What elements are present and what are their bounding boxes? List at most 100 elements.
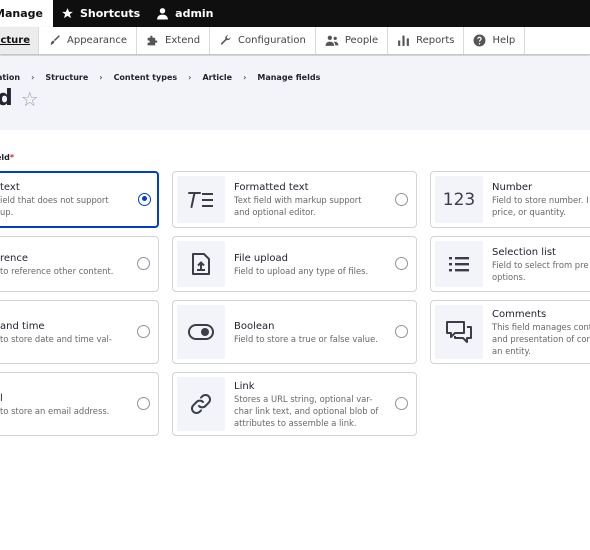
card-radio[interactable]	[395, 397, 408, 410]
tray-item-label: People	[344, 35, 379, 46]
tray-item-label: Configuration	[238, 35, 306, 46]
card-icon-box	[177, 241, 225, 287]
formatted-text-icon	[188, 191, 213, 208]
toolbar-user-label: admin	[175, 7, 214, 20]
field-type-card-comments[interactable]: Comments This field manages cont and pre…	[430, 300, 590, 364]
question-icon	[474, 34, 486, 47]
card-title: Comments	[492, 308, 547, 320]
card-icon-box	[177, 176, 225, 223]
bar-chart-icon	[398, 35, 410, 46]
comments-icon	[446, 321, 472, 343]
tray-item-appearance[interactable]: Appearance	[39, 27, 138, 54]
card-title: Boolean	[234, 320, 275, 332]
link-icon	[190, 393, 212, 415]
breadcrumb-link-administration[interactable]: ration	[0, 73, 20, 82]
tray-item-structure[interactable]: Structure	[0, 27, 39, 54]
card-desc-line: Text field with markup support	[234, 195, 362, 205]
field-type-label: eld*	[0, 153, 14, 162]
field-type-card-number[interactable]: 123 Number Field to store number. I pric…	[430, 171, 590, 228]
star-filled-icon	[62, 8, 73, 19]
breadcrumb-separator-icon: ›	[243, 73, 247, 82]
field-type-card-plain-text[interactable]: text ield that does not support up.	[0, 171, 159, 228]
card-desc-line: Field to store number. I	[492, 195, 589, 205]
tray-item-label: Appearance	[67, 35, 128, 46]
card-desc-line: Field to select from pre	[492, 259, 589, 270]
page-title: d ☆	[0, 86, 39, 111]
toolbar-shortcuts-tab[interactable]: Shortcuts	[53, 0, 148, 27]
card-desc-line: ield that does not support	[0, 195, 109, 205]
breadcrumb: ration › Structure › Content types › Art…	[0, 73, 320, 82]
list-icon	[449, 257, 469, 272]
card-radio[interactable]	[137, 325, 150, 338]
card-desc-line: attributes to assemble a link.	[234, 417, 357, 428]
tray-item-label: Extend	[165, 35, 201, 46]
toolbar-shortcuts-label: Shortcuts	[80, 7, 141, 20]
number-icon: 123	[442, 189, 476, 210]
tray-item-label: Structure	[0, 35, 30, 46]
card-text: Formatted text Text field with markup su…	[234, 172, 362, 227]
card-desc-line: Field to store a true or false value.	[234, 333, 378, 344]
tray-item-extend[interactable]: Extend	[137, 27, 211, 54]
tray-item-people[interactable]: People	[316, 27, 389, 54]
breadcrumb-link-structure[interactable]: Structure	[45, 73, 88, 82]
tray-item-help[interactable]: Help	[464, 27, 526, 54]
field-type-card-selection-list[interactable]: Selection list Field to select from pre …	[430, 236, 590, 292]
file-upload-icon	[192, 253, 210, 275]
breadcrumb-separator-icon: ›	[99, 73, 103, 82]
breadcrumb-separator-icon: ›	[188, 73, 192, 82]
tray-item-configuration[interactable]: Configuration	[210, 27, 316, 54]
card-title: and time	[0, 320, 45, 332]
card-icon-box: 123	[435, 176, 483, 223]
card-radio[interactable]	[137, 397, 150, 410]
card-icon-box	[435, 305, 483, 359]
card-text: Comments This field manages cont and pre…	[492, 301, 590, 363]
tray-item-label: Reports	[416, 35, 455, 46]
card-icon-box	[435, 241, 483, 287]
card-text: rence to reference other content.	[0, 237, 113, 291]
tray-item-reports[interactable]: Reports	[388, 27, 465, 54]
card-title: Formatted text	[234, 182, 309, 193]
tray-item-label: Help	[492, 35, 516, 46]
card-title: l	[0, 392, 3, 404]
card-text: Link Stores a URL string, optional var- …	[234, 373, 378, 435]
required-marker: *	[9, 153, 15, 162]
card-title: rence	[0, 252, 29, 264]
card-desc-line: Stores a URL string, optional var-	[234, 393, 373, 404]
card-radio[interactable]	[137, 257, 150, 270]
card-radio[interactable]	[138, 192, 151, 206]
card-desc-line: This field manages cont	[492, 321, 590, 332]
user-icon	[157, 8, 169, 20]
toggle-icon	[188, 324, 214, 340]
people-icon	[325, 35, 339, 46]
field-type-card-link[interactable]: Link Stores a URL string, optional var- …	[172, 372, 417, 436]
toolbar-manage-label: Manage	[0, 7, 43, 20]
card-text: Number Field to store number. I price, o…	[492, 172, 589, 227]
card-desc-line: to store an email address.	[0, 405, 110, 416]
field-type-card-email[interactable]: l to store an email address.	[0, 372, 159, 436]
star-outline-icon[interactable]: ☆	[21, 87, 39, 111]
wrench-icon	[220, 35, 231, 45]
field-type-card-date-time[interactable]: and time to store date and time val-	[0, 300, 159, 364]
breadcrumb-link-article[interactable]: Article	[202, 73, 232, 82]
card-radio[interactable]	[395, 192, 408, 206]
card-text: text ield that does not support up.	[0, 173, 109, 226]
admin-toolbar: Manage Shortcuts admin	[0, 0, 590, 27]
toolbar-user-tab[interactable]: admin	[148, 0, 221, 27]
card-title: Link	[234, 380, 255, 392]
card-desc-line: char link text, and optional blob of	[234, 405, 379, 416]
field-type-card-reference[interactable]: rence to reference other content.	[0, 236, 159, 292]
card-desc-line: up.	[0, 207, 14, 217]
paintbrush-icon	[50, 35, 60, 45]
field-type-card-boolean[interactable]: Boolean Field to store a true or false v…	[172, 300, 417, 364]
card-radio[interactable]	[395, 257, 408, 270]
field-type-card-formatted-text[interactable]: Formatted text Text field with markup su…	[172, 171, 417, 228]
card-text: Boolean Field to store a true or false v…	[234, 301, 378, 363]
breadcrumb-link-manage-fields[interactable]: Manage fields	[257, 73, 320, 82]
card-desc-line: and optional editor.	[234, 207, 316, 217]
card-text: File upload Field to upload any type of …	[234, 237, 368, 291]
card-radio[interactable]	[395, 325, 408, 338]
toolbar-manage-tab[interactable]: Manage	[0, 0, 53, 27]
breadcrumb-link-content-types[interactable]: Content types	[114, 73, 178, 82]
field-type-card-file-upload[interactable]: File upload Field to upload any type of …	[172, 236, 417, 292]
page-title-text: d	[0, 86, 13, 111]
